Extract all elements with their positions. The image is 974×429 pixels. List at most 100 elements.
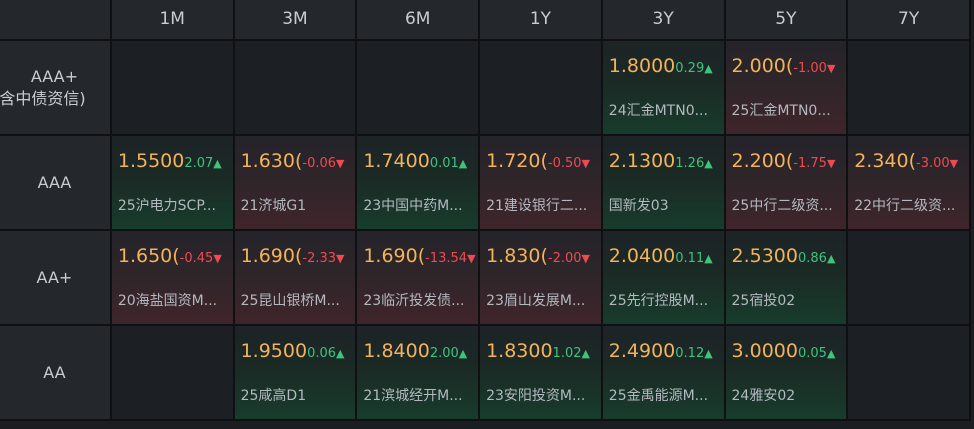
quote-line: 1.74000.01▲ [363, 150, 478, 172]
change-value: 2.00 [429, 346, 459, 361]
quote-line: 2.340(-3.00▼ [854, 150, 969, 172]
column-header[interactable]: 6M [357, 0, 479, 39]
yield-value: 2.4900 [608, 340, 676, 362]
triangle-down-icon: ▼ [336, 157, 345, 170]
quote-cell[interactable]: 1.630(-0.06▼ 21济城G1 [234, 136, 356, 229]
quote-line: 1.630(-0.06▼ [241, 150, 356, 172]
empty-cell[interactable] [848, 41, 969, 134]
column-header[interactable]: 3M [234, 0, 356, 39]
empty-cell[interactable] [848, 231, 969, 324]
change-value: 2.07 [184, 156, 214, 171]
change-value: 0.12 [675, 346, 705, 361]
change-value: 0.05 [797, 346, 827, 361]
change-value: -0.06 [302, 156, 337, 171]
table-row: AA+ 1.650(-0.45▼ 20海盐国资M... 1.690(-2.33▼ 25昆… [0, 231, 969, 324]
quote-cell[interactable]: 1.830(-2.00▼ 23眉山发展M... [480, 231, 601, 324]
column-header[interactable]: 7Y [848, 0, 969, 39]
bond-name: 25金禹能源M... [608, 388, 709, 404]
change-value: -3.00 [916, 156, 950, 171]
quote-cell[interactable]: 1.84002.00▲ 21滨城经开M... [357, 326, 479, 419]
bond-name: 23安阳投资M... [486, 388, 586, 404]
triangle-down-icon: ▼ [826, 157, 836, 170]
quote-cell[interactable]: 2.49000.12▲ 25金禹能源M... [602, 326, 724, 419]
empty-cell[interactable] [480, 41, 601, 134]
quote-cell[interactable]: 1.95000.06▲ 25咸高D1 [234, 326, 356, 419]
row-label-rating: AAA+ [30, 66, 78, 86]
quote-line: 1.83001.02▲ [486, 340, 601, 362]
table-row: AA 1.95000.06▲ 25咸高D1 1.84002.00▲ 21滨城经开M...… [0, 326, 969, 419]
yield-value: 2.200( [731, 150, 794, 172]
change-value: 0.11 [675, 251, 705, 266]
yield-value: 1.8000 [608, 55, 676, 77]
quote-cell[interactable]: 2.000(-1.00▼ 25汇金MTN0... [725, 41, 847, 134]
quote-line: 2.13001.26▲ [609, 150, 724, 172]
quote-line: 1.720(-0.50▼ [486, 150, 601, 172]
column-header[interactable]: 3Y [602, 0, 724, 39]
bond-name: 23中国中药M... [363, 198, 463, 214]
quote-cell[interactable]: 1.74000.01▲ 23中国中药M... [357, 136, 479, 229]
triangle-up-icon: ▲ [704, 347, 713, 360]
triangle-up-icon: ▲ [213, 157, 222, 170]
quote-cell[interactable]: 3.00000.05▲ 24雅安02 [725, 326, 847, 419]
empty-cell[interactable] [234, 41, 356, 134]
triangle-up-icon: ▲ [704, 157, 713, 170]
header-row: 1M 3M 6M 1Y 3Y 5Y 7Y [0, 0, 969, 39]
bond-name: 20海盐国资M... [117, 293, 218, 309]
yield-table: 1M 3M 6M 1Y 3Y 5Y 7Y AAA+ (含中债资信) 1.80000.… [0, 0, 971, 421]
quote-cell[interactable]: 2.13001.26▲ 国新发03 [602, 136, 724, 229]
triangle-down-icon: ▼ [581, 157, 590, 170]
bond-name: 23临沂投发债... [363, 293, 465, 309]
yield-value: 1.9500 [240, 340, 308, 362]
empty-cell[interactable] [848, 326, 969, 419]
change-value: -1.00 [793, 61, 827, 76]
triangle-up-icon: ▲ [458, 157, 468, 170]
quote-line: 1.650(-0.45▼ [118, 245, 233, 267]
quote-cell[interactable]: 2.200(-1.75▼ 25中行二级资... [725, 136, 847, 229]
quote-line: 1.95000.06▲ [241, 340, 356, 362]
triangle-up-icon: ▲ [704, 252, 713, 265]
yield-value: 1.7400 [363, 150, 430, 172]
quote-cell[interactable]: 1.83001.02▲ 23安阳投资M... [480, 326, 601, 419]
column-header[interactable]: 1Y [480, 0, 601, 39]
yield-value: 2.340( [854, 150, 917, 172]
bond-name: 25先行控股M... [608, 293, 709, 309]
bond-name: 24雅安02 [731, 388, 796, 404]
change-value: -0.45 [179, 251, 214, 266]
row-label-rating: AAA [37, 172, 72, 192]
triangle-up-icon: ▲ [336, 347, 345, 360]
quote-line: 2.49000.12▲ [609, 340, 724, 362]
quote-cell[interactable]: 1.55002.07▲ 25沪电力SCP... [111, 136, 233, 229]
quote-cell[interactable]: 1.80000.29▲ 24汇金MTN0... [602, 41, 724, 134]
corner-cell [0, 0, 110, 39]
quote-line: 1.55002.07▲ [118, 150, 233, 172]
column-header[interactable]: 1M [111, 0, 233, 39]
column-header[interactable]: 5Y [725, 0, 847, 39]
empty-cell[interactable] [111, 326, 233, 419]
quote-cell[interactable]: 1.690(-13.54▼ 23临沂投发债... [357, 231, 479, 324]
quote-cell[interactable]: 1.650(-0.45▼ 20海盐国资M... [111, 231, 233, 324]
yield-grid: 1M 3M 6M 1Y 3Y 5Y 7Y AAA+ (含中债资信) 1.80000.… [0, 0, 974, 429]
yield-value: 2.1300 [608, 150, 676, 172]
quote-line: 2.200(-1.75▼ [732, 150, 847, 172]
quote-line: 2.04000.11▲ [609, 245, 724, 267]
yield-value: 1.630( [240, 150, 303, 172]
quote-cell[interactable]: 2.340(-3.00▼ 22中行二级资... [848, 136, 969, 229]
row-label-rating: AA+ [36, 267, 73, 287]
yield-value: 2.0400 [608, 245, 676, 267]
bond-name: 25昆山银桥M... [240, 293, 340, 309]
row-label: AAA [0, 136, 110, 229]
quote-cell[interactable]: 2.04000.11▲ 25先行控股M... [602, 231, 724, 324]
triangle-up-icon: ▲ [581, 347, 590, 360]
quote-cell[interactable]: 2.53000.86▲ 25宿投02 [725, 231, 847, 324]
empty-cell[interactable] [357, 41, 479, 134]
bond-name: 25沪电力SCP... [117, 198, 216, 214]
yield-value: 1.8300 [486, 340, 553, 362]
triangle-down-icon: ▼ [336, 252, 345, 265]
yield-value: 1.690( [363, 245, 426, 267]
quote-cell[interactable]: 1.720(-0.50▼ 21建设银行二... [480, 136, 601, 229]
quote-cell[interactable]: 1.690(-2.33▼ 25昆山银桥M... [234, 231, 356, 324]
empty-cell[interactable] [111, 41, 233, 134]
triangle-down-icon: ▼ [467, 252, 476, 265]
triangle-up-icon: ▲ [704, 62, 713, 75]
quote-line: 1.830(-2.00▼ [486, 245, 601, 267]
